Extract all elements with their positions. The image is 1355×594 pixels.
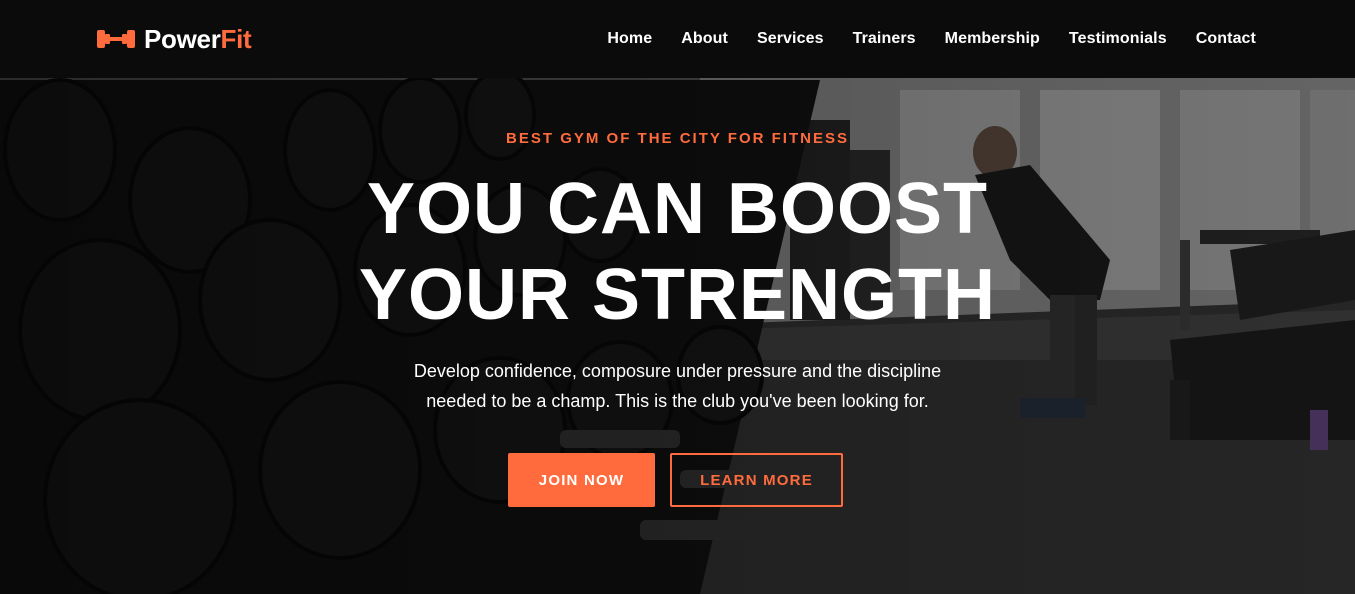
brand-name-part1: Power	[144, 23, 221, 54]
hero-subtitle-line1: Develop confidence, composure under pres…	[413, 361, 942, 381]
hero-headline: YOU CAN BOOST YOUR STRENGTH	[0, 166, 1355, 338]
join-now-button[interactable]: JOIN NOW	[508, 453, 655, 507]
hero-subtitle: Develop confidence, composure under pres…	[0, 356, 1355, 416]
hero-subtitle-line2: needed to be a champ. This is the club y…	[426, 391, 929, 411]
brand-logo[interactable]: PowerFit	[96, 23, 252, 55]
hero-headline-line1: YOU CAN BOOST	[366, 169, 989, 249]
learn-more-button[interactable]: LEARN MORE	[670, 453, 843, 507]
nav-testimonials[interactable]: Testimonials	[1069, 30, 1167, 48]
hero-content: BEST GYM OF THE CITY FOR FITNESS YOU CAN…	[0, 78, 1355, 594]
nav-services[interactable]: Services	[757, 30, 824, 48]
brand-name-part2: Fit	[220, 23, 252, 54]
nav-about[interactable]: About	[681, 30, 728, 48]
hero-headline-line2: YOUR STRENGTH	[358, 255, 997, 335]
hero-eyebrow: BEST GYM OF THE CITY FOR FITNESS	[506, 130, 849, 147]
nav-home[interactable]: Home	[607, 30, 652, 48]
brand-name: PowerFit	[144, 23, 252, 55]
navbar: PowerFit Home About Services Trainers Me…	[0, 0, 1355, 78]
hero-actions: JOIN NOW LEARN MORE	[508, 453, 843, 507]
dumbbell-icon	[97, 30, 135, 48]
nav-trainers[interactable]: Trainers	[853, 30, 916, 48]
nav-contact[interactable]: Contact	[1196, 30, 1256, 48]
main-nav: Home About Services Trainers Membership …	[607, 30, 1256, 48]
nav-membership[interactable]: Membership	[945, 30, 1040, 48]
